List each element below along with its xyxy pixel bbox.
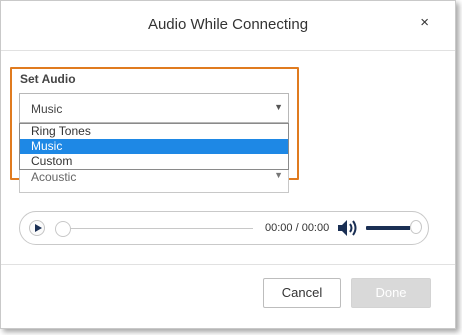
play-icon[interactable]: [29, 220, 45, 236]
dialog-header: Audio While Connecting ×: [1, 1, 455, 51]
track-select-value: Acoustic: [31, 170, 77, 184]
volume-icon[interactable]: [337, 219, 359, 237]
option-custom[interactable]: Custom: [20, 154, 288, 169]
progress-knob[interactable]: [55, 221, 71, 237]
cancel-button[interactable]: Cancel: [263, 278, 341, 308]
volume-knob[interactable]: [410, 220, 422, 234]
audio-select[interactable]: Music ▼: [19, 93, 289, 123]
time-readout: 00:00 / 00:00: [265, 222, 330, 234]
dialog-title: Audio While Connecting: [147, 16, 309, 33]
close-icon[interactable]: ×: [420, 14, 429, 32]
chevron-down-icon: ▼: [274, 170, 283, 180]
audio-dropdown-list: Ring Tones Music Custom: [19, 123, 289, 170]
volume-bar[interactable]: [366, 226, 416, 230]
option-music[interactable]: Music: [20, 139, 288, 154]
done-button[interactable]: Done: [351, 278, 431, 308]
track-select[interactable]: Acoustic ▼: [19, 167, 289, 193]
chevron-down-icon: ▼: [274, 102, 283, 112]
audio-dialog: Audio While Connecting × Set Audio Music…: [0, 0, 456, 329]
audio-player: 00:00 / 00:00: [19, 211, 429, 245]
set-audio-label: Set Audio: [20, 72, 76, 86]
footer-divider: [1, 264, 455, 265]
option-ring-tones[interactable]: Ring Tones: [20, 124, 288, 139]
audio-select-value: Music: [31, 102, 63, 116]
progress-track[interactable]: [60, 228, 253, 229]
